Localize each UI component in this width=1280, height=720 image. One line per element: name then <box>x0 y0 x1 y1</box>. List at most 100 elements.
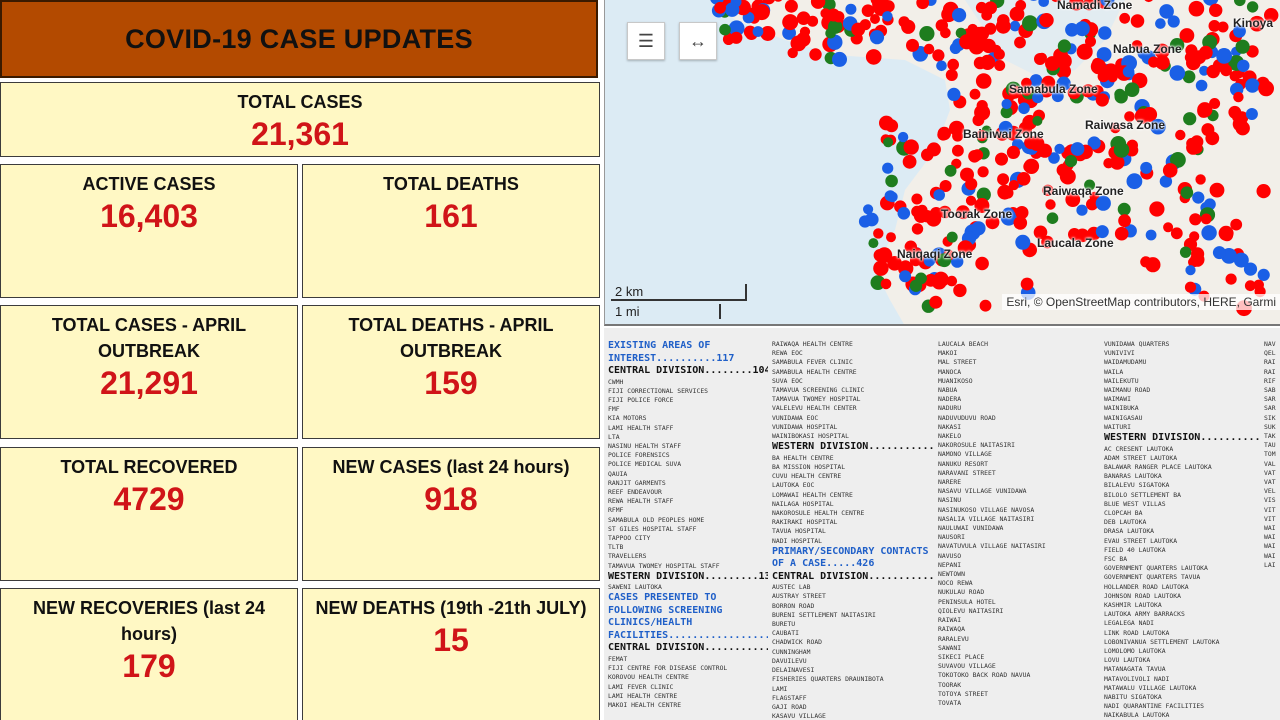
case-dot[interactable] <box>1246 1 1259 13</box>
case-dot[interactable] <box>1159 4 1174 19</box>
case-dot[interactable] <box>940 27 951 39</box>
case-dot[interactable] <box>952 8 967 23</box>
case-dot[interactable] <box>979 299 992 312</box>
case-dot[interactable] <box>995 152 1008 166</box>
case-dot[interactable] <box>1117 202 1131 216</box>
case-dot[interactable] <box>1155 18 1166 29</box>
case-dot[interactable] <box>1107 72 1118 83</box>
case-dot[interactable] <box>882 11 893 22</box>
case-dot[interactable] <box>1155 55 1170 70</box>
case-dot[interactable] <box>886 232 896 243</box>
case-dot[interactable] <box>807 15 819 27</box>
case-dot[interactable] <box>1245 108 1258 120</box>
case-dot[interactable] <box>1183 112 1197 126</box>
case-dot[interactable] <box>1023 160 1035 173</box>
case-dot[interactable] <box>845 3 857 15</box>
case-dot[interactable] <box>903 139 919 155</box>
case-dot[interactable] <box>1032 115 1043 126</box>
case-dot[interactable] <box>1170 227 1183 240</box>
case-dot[interactable] <box>1014 36 1026 49</box>
case-dot[interactable] <box>1064 155 1078 168</box>
case-dot[interactable] <box>972 114 985 127</box>
case-dot[interactable] <box>1216 48 1232 64</box>
case-dot[interactable] <box>911 223 924 235</box>
case-dot[interactable] <box>995 18 1011 34</box>
case-dot[interactable] <box>1195 79 1208 92</box>
case-dot[interactable] <box>1189 231 1200 242</box>
case-dot[interactable] <box>975 256 989 271</box>
case-dot[interactable] <box>863 204 874 215</box>
case-dot[interactable] <box>753 4 770 21</box>
case-dot[interactable] <box>784 0 798 13</box>
case-dot[interactable] <box>1237 59 1250 72</box>
case-dot[interactable] <box>1001 98 1012 110</box>
case-dot[interactable] <box>911 193 923 205</box>
case-dot[interactable] <box>1090 58 1107 75</box>
case-dot[interactable] <box>1070 142 1085 156</box>
case-dot[interactable] <box>790 35 807 52</box>
case-dot[interactable] <box>984 1 997 15</box>
case-dot[interactable] <box>1114 226 1129 241</box>
measure-button[interactable]: ↔ <box>679 22 717 60</box>
case-dot[interactable] <box>1175 129 1186 141</box>
case-dot[interactable] <box>832 51 847 67</box>
case-dot[interactable] <box>1212 246 1226 260</box>
case-dot[interactable] <box>1184 281 1197 293</box>
case-dot[interactable] <box>953 283 967 298</box>
case-dot[interactable] <box>865 49 882 65</box>
case-dot[interactable] <box>1256 184 1271 199</box>
case-dot[interactable] <box>730 31 743 44</box>
case-dot[interactable] <box>931 274 947 290</box>
case-dot[interactable] <box>1013 216 1028 230</box>
case-dot[interactable] <box>1258 80 1274 97</box>
case-dot[interactable] <box>873 260 889 276</box>
case-dot[interactable] <box>997 173 1010 186</box>
case-dot[interactable] <box>1233 91 1244 103</box>
case-dot[interactable] <box>1209 98 1221 109</box>
case-dot[interactable] <box>1201 225 1217 241</box>
case-dot[interactable] <box>1233 252 1249 268</box>
case-dot[interactable] <box>994 60 1006 71</box>
case-dot[interactable] <box>1037 143 1052 158</box>
case-dot[interactable] <box>1098 26 1112 40</box>
case-dot[interactable] <box>945 69 958 81</box>
case-dot[interactable] <box>972 26 986 41</box>
case-dot[interactable] <box>1020 277 1034 291</box>
case-dot[interactable] <box>809 48 822 61</box>
case-dot[interactable] <box>833 11 845 23</box>
case-dot[interactable] <box>1149 201 1165 217</box>
case-dot[interactable] <box>1197 104 1211 118</box>
case-dot[interactable] <box>885 174 898 188</box>
case-dot[interactable] <box>976 100 988 112</box>
case-dot[interactable] <box>864 212 879 227</box>
case-dot[interactable] <box>1192 191 1205 204</box>
case-dot[interactable] <box>1245 78 1260 93</box>
case-dot[interactable] <box>1180 186 1194 199</box>
case-dot[interactable] <box>1189 213 1202 226</box>
case-dot[interactable] <box>1122 65 1135 78</box>
case-dot[interactable] <box>932 49 945 62</box>
case-dot[interactable] <box>973 56 987 70</box>
case-dot[interactable] <box>1257 268 1270 281</box>
case-dot[interactable] <box>1074 21 1090 37</box>
case-dot[interactable] <box>1016 172 1031 186</box>
case-dot[interactable] <box>825 27 836 39</box>
case-dot[interactable] <box>714 1 726 14</box>
case-dot[interactable] <box>1054 143 1065 154</box>
case-dot[interactable] <box>1200 213 1212 225</box>
case-dot[interactable] <box>880 278 892 290</box>
case-dot[interactable] <box>929 295 943 309</box>
case-dot[interactable] <box>1018 102 1030 115</box>
case-dot[interactable] <box>1039 13 1054 28</box>
case-dot[interactable] <box>933 189 945 201</box>
case-dot[interactable] <box>952 144 964 157</box>
case-dot[interactable] <box>1206 64 1220 79</box>
case-dot[interactable] <box>919 25 935 42</box>
case-dot[interactable] <box>873 249 887 262</box>
case-dot[interactable] <box>1076 43 1093 60</box>
case-dot[interactable] <box>859 19 871 31</box>
case-dot[interactable] <box>1253 279 1264 291</box>
case-dot[interactable] <box>1046 212 1059 224</box>
case-dot[interactable] <box>1198 45 1213 60</box>
case-dot[interactable] <box>916 204 928 216</box>
